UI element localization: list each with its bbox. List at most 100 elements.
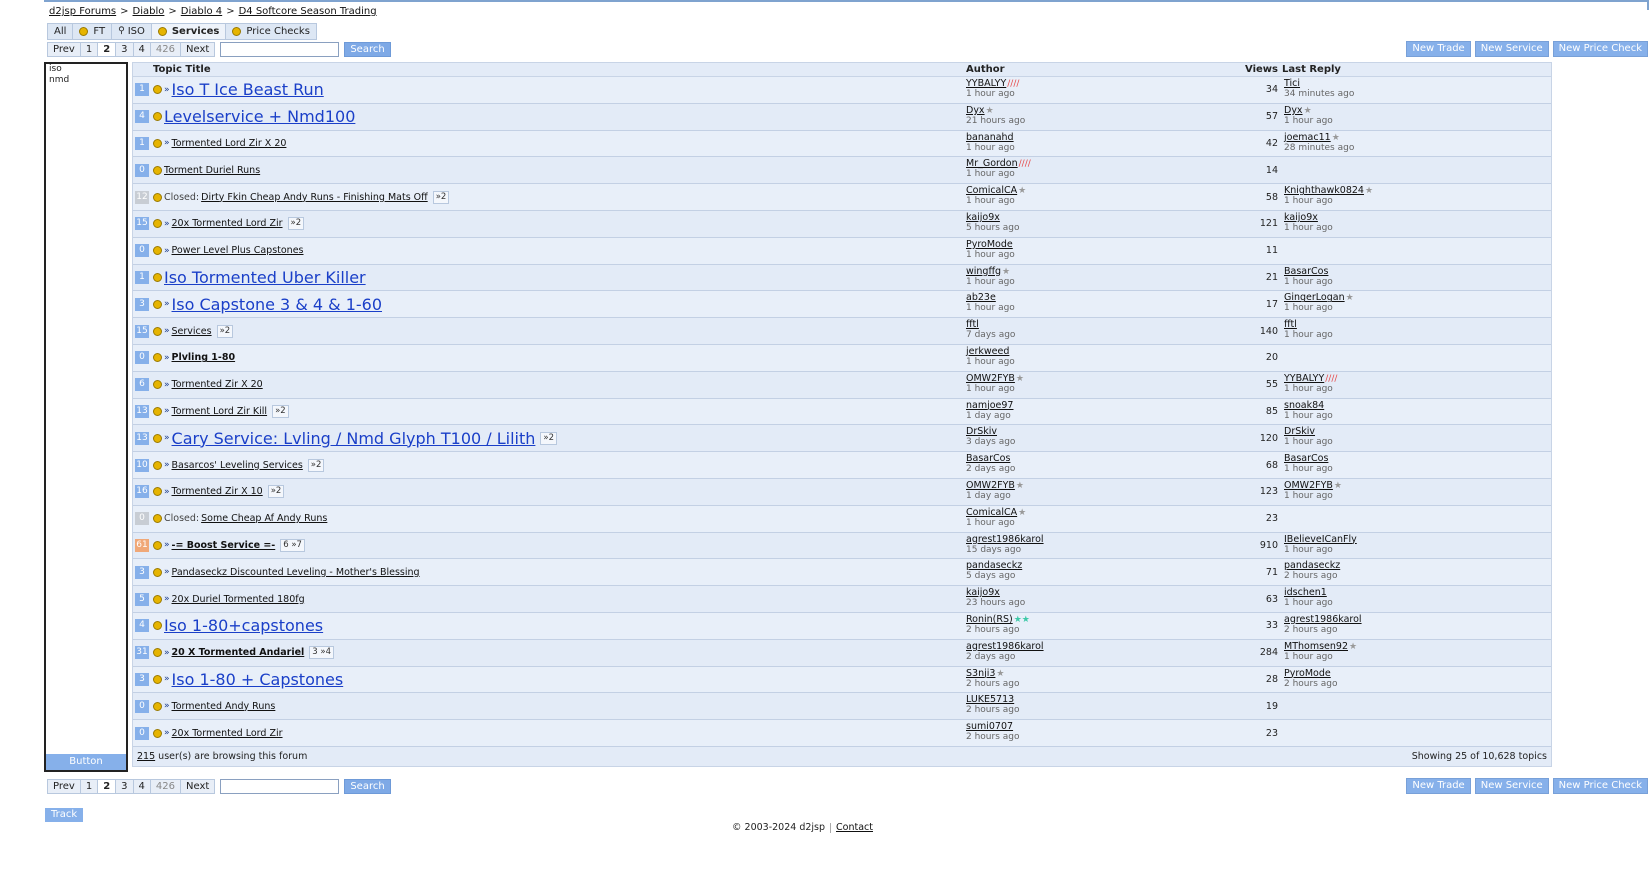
topic-title-link[interactable]: Iso Capstone 3 & 4 & 1-60 [172,295,383,314]
topic-pages[interactable]: 6 »7 [280,538,305,552]
page-search-input[interactable] [220,779,340,794]
topic-pages[interactable]: »2 [307,458,325,472]
new-price-check-button[interactable]: New Price Check [1552,41,1648,57]
last-reply-link[interactable]: idschen1 [1284,587,1327,598]
page-last[interactable]: 426 [149,779,182,794]
author-link[interactable]: agrest1986karol [966,534,1044,545]
topic-title-link[interactable]: Basarcos' Leveling Services [172,460,303,471]
author-link[interactable]: Mr_Gordon [966,158,1018,169]
author-link[interactable]: agrest1986karol [966,641,1044,652]
contact-link[interactable]: Contact [836,822,873,833]
author-link[interactable]: ComicalCA [966,185,1017,196]
author-link[interactable]: Dyx [966,105,985,116]
author-link[interactable]: namjoe97 [966,400,1013,411]
author-link[interactable]: kaijo9x [966,587,1000,598]
last-reply-link[interactable]: MThomsen92 [1284,641,1348,652]
topic-title-link[interactable]: 20 X Tormented Andariel [172,647,305,658]
author-link[interactable]: BasarCos [966,453,1010,464]
breadcrumb-current[interactable]: D4 Softcore Season Trading [239,6,377,17]
topic-title-link[interactable]: Iso T Ice Beast Run [172,80,324,99]
topic-pages[interactable]: »2 [216,324,234,338]
author-link[interactable]: wingffg [966,266,1001,277]
topic-title-link[interactable]: 20x Duriel Tormented 180fg [172,594,305,605]
last-reply-link[interactable]: DrSkiv [1284,426,1315,437]
filter-iso[interactable]: ⚲ ISO [112,24,152,39]
author-link[interactable]: jerkweed [966,346,1009,357]
topic-pages[interactable]: »2 [540,431,558,445]
new-trade-button[interactable]: New Trade [1406,41,1471,57]
sidebar-tag-nmd[interactable]: nmd [46,75,126,86]
topic-title-link[interactable]: Pandaseckz Discounted Leveling - Mother'… [172,567,420,578]
topic-title-link[interactable]: Some Cheap Af Andy Runs [201,513,327,524]
filter-services[interactable]: Services [151,24,227,39]
topic-title-link[interactable]: Power Level Plus Capstones [172,245,304,256]
author-link[interactable]: ab23e [966,292,996,303]
last-reply-link[interactable]: IBelieveICanFly [1284,534,1357,545]
search-button[interactable]: Search [344,779,391,794]
topic-title-link[interactable]: Iso 1-80+capstones [164,616,323,635]
topic-title-link[interactable]: 20x Tormented Lord Zir [172,218,283,229]
sidebar-tag-iso[interactable]: iso [46,64,126,75]
prev-button[interactable]: Prev [47,779,81,794]
last-reply-link[interactable]: Tici [1284,78,1300,89]
author-link[interactable]: bananahd [966,132,1014,143]
author-link[interactable]: YYBALYY [966,78,1006,89]
last-reply-link[interactable]: snoak84 [1284,400,1324,411]
page-search-input[interactable] [220,42,340,57]
page-last[interactable]: 426 [149,42,182,57]
topic-pages[interactable]: »2 [272,404,289,418]
last-reply-link[interactable]: agrest1986karol [1284,614,1362,625]
last-reply-link[interactable]: pandaseckz [1284,560,1340,571]
page-1[interactable]: 1 [79,779,99,794]
author-link[interactable]: OMW2FYB [966,480,1015,491]
track-button[interactable]: Track [45,808,84,822]
author-link[interactable]: DrSkiv [966,426,997,437]
topic-pages[interactable]: »2 [287,217,305,231]
new-trade-button[interactable]: New Trade [1406,778,1471,794]
users-count-link[interactable]: 215 [137,751,155,762]
filter-all[interactable]: All [48,24,74,39]
last-reply-link[interactable]: joemac11 [1284,132,1331,143]
last-reply-link[interactable]: YYBALYY [1284,373,1324,384]
last-reply-link[interactable]: GingerLogan [1284,292,1345,303]
last-reply-link[interactable]: fftl [1284,319,1297,330]
author-link[interactable]: OMW2FYB [966,373,1015,384]
author-link[interactable]: pandaseckz [966,560,1022,571]
last-reply-link[interactable]: BasarCos [1284,266,1328,277]
topic-title-link[interactable]: Cary Service: Lvling / Nmd Glyph T100 / … [172,429,536,448]
page-4[interactable]: 4 [132,42,151,57]
last-reply-link[interactable]: PyroMode [1284,668,1331,679]
page-4[interactable]: 4 [132,779,151,794]
prev-button[interactable]: Prev [47,42,81,57]
topic-title-link[interactable]: Tormented Zir X 20 [172,379,263,390]
topic-title-link[interactable]: Torment Lord Zir Kill [172,406,268,417]
next-button[interactable]: Next [180,42,216,57]
last-reply-link[interactable]: BasarCos [1284,453,1328,464]
author-link[interactable]: S3nji3 [966,668,995,679]
page-1[interactable]: 1 [79,42,99,57]
search-button[interactable]: Search [344,42,391,57]
author-link[interactable]: fftl [966,319,979,330]
topic-title-link[interactable]: Tormented Zir X 10 [172,486,263,497]
topic-title-link[interactable]: Torment Duriel Runs [164,165,260,176]
filter-ft[interactable]: FT [73,24,113,39]
topic-pages[interactable]: »2 [432,190,450,204]
topic-title-link[interactable]: Tormented Andy Runs [172,701,276,712]
new-service-button[interactable]: New Service [1474,41,1549,57]
topic-pages[interactable]: »2 [267,485,285,499]
sidebar-button[interactable]: Button [46,754,126,770]
topic-title-link[interactable]: Services [172,326,212,337]
topic-title-link[interactable]: -= Boost Service =- [172,540,276,551]
page-3[interactable]: 3 [115,42,134,57]
author-link[interactable]: ComicalCA [966,507,1017,518]
topic-title-link[interactable]: Levelservice + Nmd100 [164,107,355,126]
page-3[interactable]: 3 [115,779,134,794]
last-reply-link[interactable]: Knighthawk0824 [1284,185,1364,196]
breadcrumb-diablo[interactable]: Diablo [133,6,165,17]
author-link[interactable]: Ronin(RS) [966,614,1013,625]
topic-title-link[interactable]: Plvling 1-80 [172,352,236,363]
breadcrumb-diablo4[interactable]: Diablo 4 [181,6,222,17]
new-price-check-button[interactable]: New Price Check [1552,778,1648,794]
author-link[interactable]: sumi0707 [966,721,1013,732]
topic-title-link[interactable]: Tormented Lord Zir X 20 [172,138,287,149]
